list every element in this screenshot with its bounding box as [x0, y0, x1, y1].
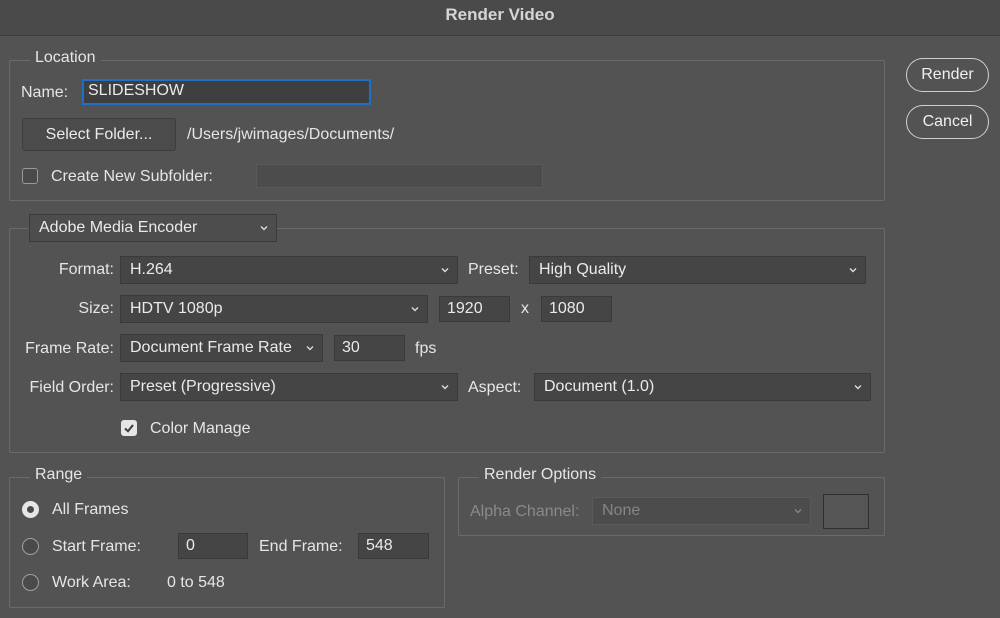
- end-frame-input[interactable]: 548: [358, 533, 429, 559]
- aspect-label: Aspect:: [468, 379, 522, 396]
- preset-select-value: High Quality: [539, 261, 627, 278]
- range-legend: Range: [30, 466, 88, 484]
- name-input[interactable]: SLIDESHOW: [82, 79, 371, 105]
- chevron-down-icon: [441, 266, 449, 274]
- title-bar: Render Video: [0, 0, 1000, 36]
- frame-rate-select-value: Document Frame Rate: [130, 339, 292, 356]
- checkmark-icon: [124, 424, 134, 433]
- chevron-down-icon: [849, 266, 857, 274]
- fps-unit-label: fps: [415, 340, 437, 357]
- field-order-label: Field Order:: [29, 379, 114, 396]
- width-input[interactable]: 1920: [439, 296, 510, 322]
- render-options-legend: Render Options: [479, 466, 602, 484]
- work-area-radio[interactable]: [22, 574, 39, 591]
- format-label: Format:: [58, 261, 114, 278]
- size-select[interactable]: HDTV 1080p: [120, 295, 428, 323]
- end-frame-label: End Frame:: [259, 538, 343, 555]
- render-button[interactable]: Render: [906, 58, 989, 92]
- frame-rate-label: Frame Rate:: [25, 340, 114, 357]
- start-frame-radio[interactable]: [22, 538, 39, 555]
- encoder-select[interactable]: Adobe Media Encoder: [29, 214, 277, 242]
- frame-rate-select[interactable]: Document Frame Rate: [120, 334, 323, 362]
- preset-select[interactable]: High Quality: [529, 256, 866, 284]
- aspect-select-value: Document (1.0): [544, 378, 655, 395]
- chevron-down-icon: [411, 305, 419, 313]
- all-frames-radio[interactable]: [22, 501, 39, 518]
- alpha-channel-label: Alpha Channel:: [470, 503, 580, 520]
- field-order-select-value: Preset (Progressive): [130, 378, 276, 395]
- create-subfolder-label: Create New Subfolder:: [51, 168, 213, 185]
- cancel-button[interactable]: Cancel: [906, 105, 989, 139]
- chevron-down-icon: [306, 344, 314, 352]
- work-area-label: Work Area:: [52, 574, 131, 591]
- alpha-color-swatch[interactable]: [823, 494, 869, 529]
- chevron-down-icon: [794, 507, 802, 515]
- folder-path: /Users/jwimages/Documents/: [187, 126, 395, 143]
- alpha-channel-select[interactable]: None: [592, 497, 811, 525]
- create-subfolder-checkbox[interactable]: [22, 168, 38, 184]
- preset-label: Preset:: [468, 261, 519, 278]
- subfolder-input[interactable]: [256, 164, 543, 188]
- work-area-value: 0 to 548: [167, 574, 225, 591]
- color-manage-label: Color Manage: [150, 420, 251, 437]
- fps-input[interactable]: 30: [334, 335, 405, 361]
- format-select[interactable]: H.264: [120, 256, 458, 284]
- color-manage-checkbox[interactable]: [121, 420, 137, 436]
- format-select-value: H.264: [130, 261, 173, 278]
- location-legend: Location: [30, 49, 101, 67]
- select-folder-button[interactable]: Select Folder...: [22, 118, 176, 151]
- start-frame-label: Start Frame:: [52, 538, 141, 555]
- size-select-value: HDTV 1080p: [130, 300, 223, 317]
- chevron-down-icon: [441, 383, 449, 391]
- height-input[interactable]: 1080: [541, 296, 612, 322]
- size-label: Size:: [78, 300, 114, 317]
- name-label: Name:: [21, 84, 69, 101]
- start-frame-input[interactable]: 0: [178, 533, 248, 559]
- size-x-separator: x: [521, 300, 529, 317]
- aspect-select[interactable]: Document (1.0): [534, 373, 871, 401]
- alpha-channel-select-value: None: [602, 502, 641, 519]
- window-title: Render Video: [445, 5, 555, 24]
- chevron-down-icon: [854, 383, 862, 391]
- all-frames-label: All Frames: [52, 501, 129, 518]
- encoder-select-value: Adobe Media Encoder: [39, 219, 198, 236]
- chevron-down-icon: [260, 224, 268, 232]
- field-order-select[interactable]: Preset (Progressive): [120, 373, 458, 401]
